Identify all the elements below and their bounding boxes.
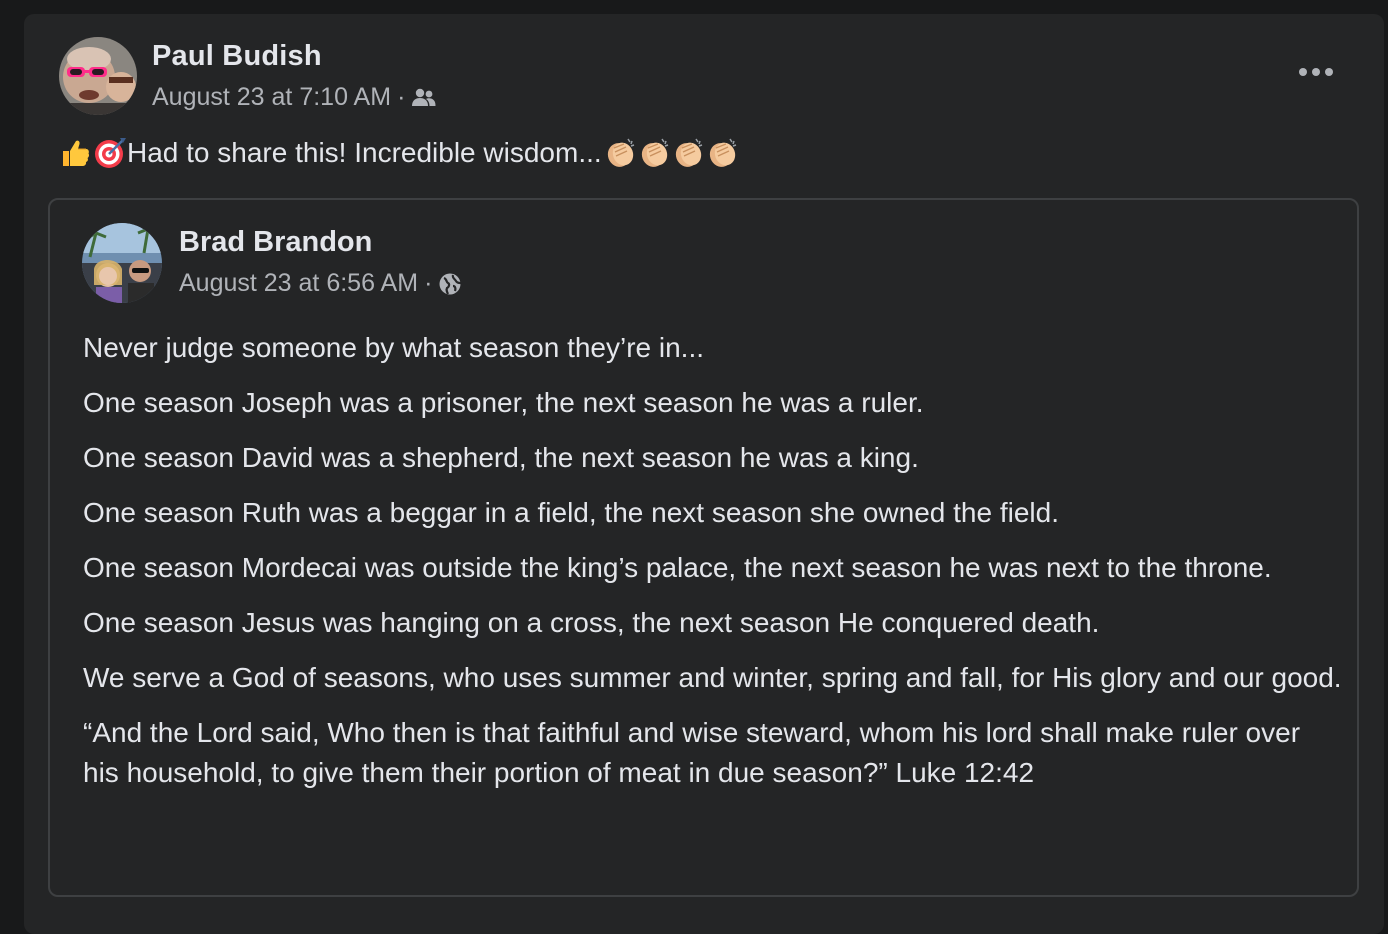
meta-separator: · <box>397 83 406 111</box>
clapping-hands-icon <box>706 136 740 170</box>
direct-hit-icon <box>93 136 127 170</box>
shared-post-paragraph: “And the Lord said, Who then is that fai… <box>83 717 1301 788</box>
author-avatar[interactable] <box>59 37 137 115</box>
shared-post-meta: August 23 at 6:56 AM · <box>179 269 462 298</box>
clapping-hands-icon <box>638 136 672 170</box>
shared-post-paragraph: One season Mordecai was outside the king… <box>83 552 1272 583</box>
meta-separator: · <box>424 269 433 297</box>
post-text: Had to share this! Incredible wisdom... <box>59 136 740 170</box>
post-timestamp[interactable]: August 23 at 7:10 AM <box>152 83 391 112</box>
friends-icon[interactable] <box>411 87 437 109</box>
post-meta: August 23 at 7:10 AM · <box>152 83 437 112</box>
clapping-hands-icon <box>604 136 638 170</box>
shared-post-paragraph: Never judge someone by what season they’… <box>83 332 705 363</box>
clapping-hands-icon <box>672 136 706 170</box>
shared-author-name[interactable]: Brad Brandon <box>179 226 372 259</box>
thumbs-up-icon <box>59 137 91 169</box>
post-card: Paul Budish August 23 at 7:10 AM · Had t… <box>24 14 1384 934</box>
shared-post-body: Never judge someone by what season they’… <box>83 328 1343 808</box>
globe-icon[interactable] <box>438 272 462 296</box>
author-name[interactable]: Paul Budish <box>152 40 322 73</box>
shared-post-paragraph: We serve a God of seasons, who uses summ… <box>83 662 1342 693</box>
more-options-icon <box>1298 64 1334 82</box>
shared-author-avatar[interactable] <box>82 223 162 303</box>
shared-post-paragraph: One season David was a shepherd, the nex… <box>83 442 919 473</box>
more-options-button[interactable] <box>1290 58 1342 88</box>
shared-post-paragraph: One season Jesus was hanging on a cross,… <box>83 607 1100 638</box>
shared-post-paragraph: One season Joseph was a prisoner, the ne… <box>83 387 924 418</box>
shared-post-paragraph: One season Ruth was a beggar in a field,… <box>83 497 1059 528</box>
shared-post-timestamp[interactable]: August 23 at 6:56 AM <box>179 269 418 298</box>
post-text-content: Had to share this! Incredible wisdom... <box>127 137 602 168</box>
shared-post-card[interactable]: Brad Brandon August 23 at 6:56 AM · Neve… <box>48 198 1359 897</box>
